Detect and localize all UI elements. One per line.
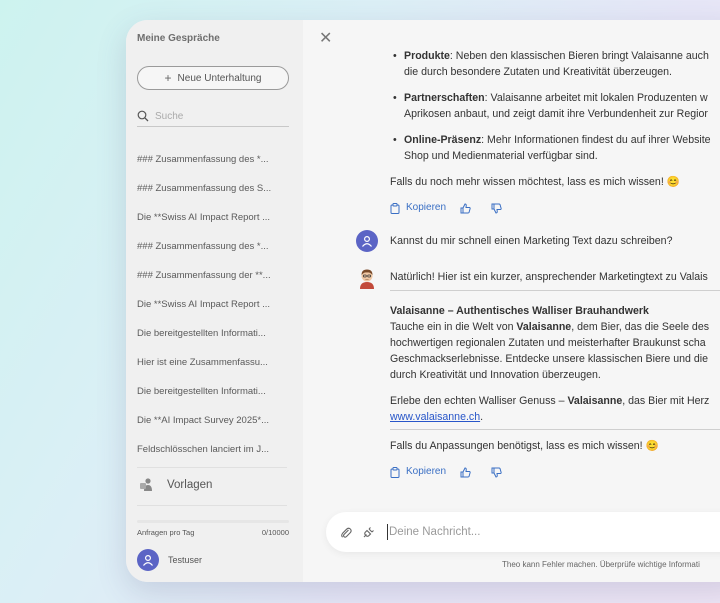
thumbs-down-icon[interactable] bbox=[491, 467, 508, 478]
closing-text: Falls du noch mehr wissen möchtest, lass… bbox=[390, 176, 680, 188]
avatar bbox=[137, 549, 159, 571]
bullet-text: : Mehr Informationen findest du auf ihre… bbox=[481, 134, 711, 146]
conversation-item[interactable]: Die **Swiss AI Impact Report ... bbox=[137, 210, 292, 239]
bullet-title: Partnerschaften bbox=[404, 92, 485, 104]
conversation-item[interactable]: Die **Swiss AI Impact Report ... bbox=[137, 297, 292, 326]
conversation-item[interactable]: ### Zusammenfassung des *... bbox=[137, 239, 292, 268]
message-composer bbox=[326, 512, 720, 552]
new-conversation-label: Neue Unterhaltung bbox=[177, 72, 262, 84]
templates-button[interactable]: Vorlagen bbox=[140, 478, 212, 491]
text-span: . bbox=[480, 411, 484, 423]
user-icon bbox=[143, 554, 153, 566]
sidebar-title: Meine Gespräche bbox=[137, 33, 220, 44]
thumbs-down-icon[interactable] bbox=[491, 203, 508, 214]
website-link[interactable]: www.valaisanne.ch bbox=[390, 411, 480, 423]
plugin-icon[interactable] bbox=[362, 526, 375, 539]
bullet-title: Online-Präsenz bbox=[404, 134, 482, 146]
assistant-message-1: Produkte: Neben den klassischen Bieren b… bbox=[390, 48, 720, 216]
usage-label: Anfragen pro Tag bbox=[137, 528, 195, 537]
paperclip-icon[interactable] bbox=[340, 526, 352, 539]
message-actions: Kopieren bbox=[390, 200, 720, 216]
conversation-item[interactable]: Die **AI Impact Survey 2025*... bbox=[137, 413, 292, 442]
divider bbox=[137, 505, 287, 506]
divider bbox=[390, 429, 720, 430]
conversation-item[interactable]: Die bereitgestellten Informati... bbox=[137, 384, 292, 413]
copy-icon bbox=[390, 466, 400, 478]
user-icon bbox=[362, 235, 372, 247]
divider bbox=[137, 467, 287, 468]
text-bold: Valaisanne bbox=[516, 321, 572, 333]
assistant-avatar-icon bbox=[360, 269, 374, 289]
marketing-line: hochwertigen regionalen Zutaten und meis… bbox=[390, 337, 706, 349]
conversation-item[interactable]: Die bereitgestellten Informati... bbox=[137, 326, 292, 355]
text-span: , dem Bier, das die Seele des bbox=[571, 321, 710, 333]
conversation-item[interactable]: ### Zusammenfassung der **... bbox=[137, 268, 292, 297]
conversation-item[interactable]: ### Zusammenfassung des *... bbox=[137, 152, 292, 181]
list-item: Partnerschaften: Valaisanne arbeitet mit… bbox=[390, 90, 720, 122]
marketing-line: Tauche ein in die Welt von Valaisanne, d… bbox=[390, 319, 720, 335]
sidebar: Meine Gespräche + Neue Unterhaltung ### … bbox=[126, 20, 304, 582]
closing-text: Falls du Anpassungen benötigst, lass es … bbox=[390, 440, 659, 452]
templates-label: Vorlagen bbox=[167, 478, 213, 491]
plus-icon: + bbox=[164, 71, 172, 85]
text-bold: Valaisanne bbox=[567, 395, 623, 407]
message-actions: Kopieren bbox=[390, 464, 720, 480]
copy-button[interactable]: Kopieren bbox=[390, 464, 446, 480]
templates-icon bbox=[140, 478, 152, 491]
list-item: Produkte: Neben den klassischen Bieren b… bbox=[390, 48, 720, 80]
marketing-line: durch Kreativität und Innovation überzeu… bbox=[390, 369, 601, 381]
bullet-text-cont: die durch besondere Zutaten und Kreativi… bbox=[404, 66, 672, 78]
chat-panel: ✕ Produkte: Neben den klassischen Bieren… bbox=[303, 20, 720, 582]
text-span: Erlebe den echten Walliser Genuss – bbox=[390, 395, 568, 407]
message-input[interactable] bbox=[389, 526, 689, 538]
assistant-message-2: Natürlich! Hier ist ein kurzer, ansprech… bbox=[390, 269, 720, 480]
bullet-text-cont: Aprikosen anbaut, und zeigt damit ihre V… bbox=[404, 108, 708, 120]
text-span: , das Bier mit Herz bbox=[622, 395, 710, 407]
usage-count: 0/10000 bbox=[261, 528, 289, 537]
bullet-text: : Valaisanne arbeitet mit lokalen Produz… bbox=[484, 92, 708, 104]
conversation-item[interactable]: ### Zusammenfassung des S... bbox=[137, 181, 292, 210]
bullet-title: Produkte bbox=[404, 50, 450, 62]
copy-label: Kopieren bbox=[406, 466, 447, 477]
thumbs-up-icon[interactable] bbox=[460, 202, 477, 214]
marketing-cta: Erlebe den echten Walliser Genuss – Vala… bbox=[390, 393, 720, 409]
disclaimer-text: Theo kann Fehler machen. Überprüfe wicht… bbox=[502, 560, 700, 569]
usage-progress-bar bbox=[137, 520, 289, 523]
list-item: Online-Präsenz: Mehr Informationen finde… bbox=[390, 132, 720, 164]
user-message-text: Kannst du mir schnell einen Marketing Te… bbox=[390, 235, 673, 247]
close-icon[interactable]: ✕ bbox=[319, 28, 332, 48]
copy-icon bbox=[390, 202, 400, 214]
new-conversation-button[interactable]: + Neue Unterhaltung bbox=[137, 66, 289, 90]
search-box[interactable] bbox=[137, 106, 289, 127]
copy-button[interactable]: Kopieren bbox=[390, 200, 446, 216]
search-icon bbox=[137, 110, 149, 122]
assistant-intro: Natürlich! Hier ist ein kurzer, ansprech… bbox=[390, 269, 720, 291]
text-span: Tauche ein in die Welt von bbox=[390, 321, 517, 333]
conversation-list: ### Zusammenfassung des *... ### Zusamme… bbox=[137, 152, 292, 471]
thumbs-up-icon[interactable] bbox=[460, 466, 477, 478]
search-input[interactable] bbox=[155, 110, 275, 122]
avatar bbox=[356, 230, 378, 252]
copy-label: Kopieren bbox=[406, 202, 447, 213]
user-message: Kannst du mir schnell einen Marketing Te… bbox=[356, 230, 672, 252]
marketing-line: Geschmackserlebnisse. Entdecke unsere kl… bbox=[390, 353, 708, 365]
user-profile[interactable]: Testuser bbox=[137, 549, 202, 571]
marketing-link-line: www.valaisanne.ch. bbox=[390, 409, 720, 425]
user-name: Testuser bbox=[168, 555, 203, 565]
text-cursor bbox=[387, 524, 388, 540]
marketing-headline: Valaisanne – Authentisches Walliser Brau… bbox=[390, 305, 649, 317]
bullet-text: : Neben den klassischen Bieren bringt Va… bbox=[449, 50, 709, 62]
app-window: Meine Gespräche + Neue Unterhaltung ### … bbox=[126, 20, 720, 582]
conversation-item[interactable]: Hier ist eine Zusammenfassu... bbox=[137, 355, 292, 384]
bullet-text-cont: Shop und Medienmaterial verfügbar sind. bbox=[404, 150, 598, 162]
